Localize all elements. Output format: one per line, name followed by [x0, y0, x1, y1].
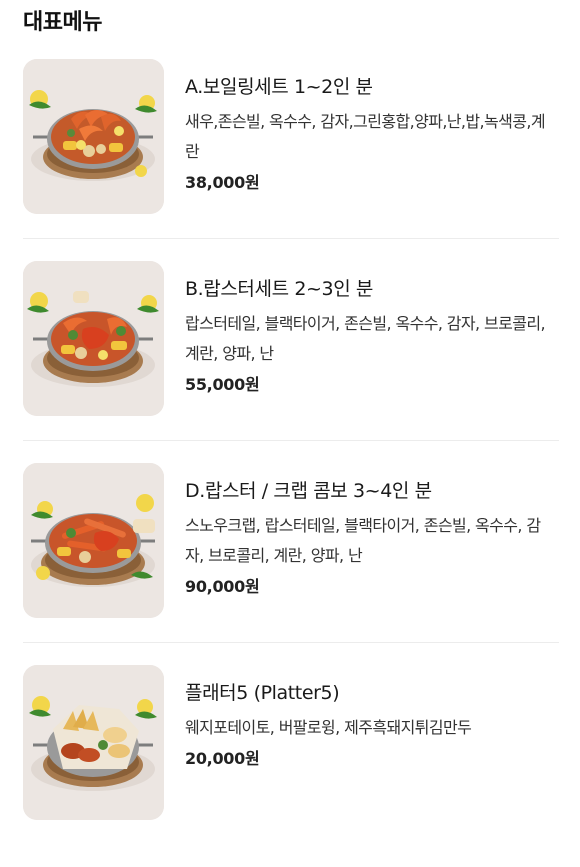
- menu-item-price: 90,000원: [185, 577, 260, 596]
- platter5-photo: [23, 665, 164, 820]
- menu-item-price: 38,000원: [185, 173, 260, 192]
- lobster-crab-combo-photo: [23, 463, 164, 618]
- menu-item-description: 웨지포테이토, 버팔로윙, 제주흑돼지튀김만두: [185, 718, 472, 737]
- menu-item-price: 55,000원: [185, 375, 260, 394]
- menu-item-boiling-set[interactable]: A.보일링세트 1~2인 분 새우,존슨빌, 옥수수, 감자,그린홍합,양파,난…: [23, 59, 559, 261]
- lobster-set-photo: [23, 261, 164, 416]
- menu-item-description: 스노우크랩, 랍스터테일, 블랙타이거, 존슨빌, 옥수수, 감자, 브로콜리,…: [185, 516, 541, 565]
- menu-item-info: B.랍스터세트 2~3인 분 랍스터테일, 블랙타이거, 존슨빌, 옥수수, 감…: [185, 275, 559, 398]
- menu-item-info: D.랍스터 / 크랩 콤보 3~4인 분 스노우크랩, 랍스터테일, 블랙타이거…: [185, 477, 559, 600]
- menu-item-lobster-set[interactable]: B.랍스터세트 2~3인 분 랍스터테일, 블랙타이거, 존슨빌, 옥수수, 감…: [23, 261, 559, 463]
- menu-item-description: 랍스터테일, 블랙타이거, 존슨빌, 옥수수, 감자, 브로콜리, 계란, 양파…: [185, 314, 546, 363]
- menu-item-info: A.보일링세트 1~2인 분 새우,존슨빌, 옥수수, 감자,그린홍합,양파,난…: [185, 73, 559, 196]
- boiling-set-photo: [23, 59, 164, 214]
- menu-item-platter5[interactable]: 플래터5 (Platter5) 웨지포테이토, 버팔로윙, 제주흑돼지튀김만두 …: [23, 665, 559, 867]
- menu-item-name: 플래터5 (Platter5): [185, 682, 340, 704]
- menu-item-name: D.랍스터 / 크랩 콤보 3~4인 분: [185, 480, 432, 502]
- menu-item-name: B.랍스터세트 2~3인 분: [185, 278, 374, 300]
- menu-list: A.보일링세트 1~2인 분 새우,존슨빌, 옥수수, 감자,그린홍합,양파,난…: [23, 59, 559, 867]
- menu-item-info: 플래터5 (Platter5) 웨지포테이토, 버팔로윙, 제주흑돼지튀김만두 …: [185, 679, 559, 772]
- menu-item-description: 새우,존슨빌, 옥수수, 감자,그린홍합,양파,난,밥,녹색콩,계란: [185, 112, 546, 161]
- section-title: 대표메뉴: [23, 10, 102, 35]
- menu-item-price: 20,000원: [185, 749, 260, 768]
- menu-item-name: A.보일링세트 1~2인 분: [185, 76, 373, 98]
- menu-item-lobster-crab-combo[interactable]: D.랍스터 / 크랩 콤보 3~4인 분 스노우크랩, 랍스터테일, 블랙타이거…: [23, 463, 559, 665]
